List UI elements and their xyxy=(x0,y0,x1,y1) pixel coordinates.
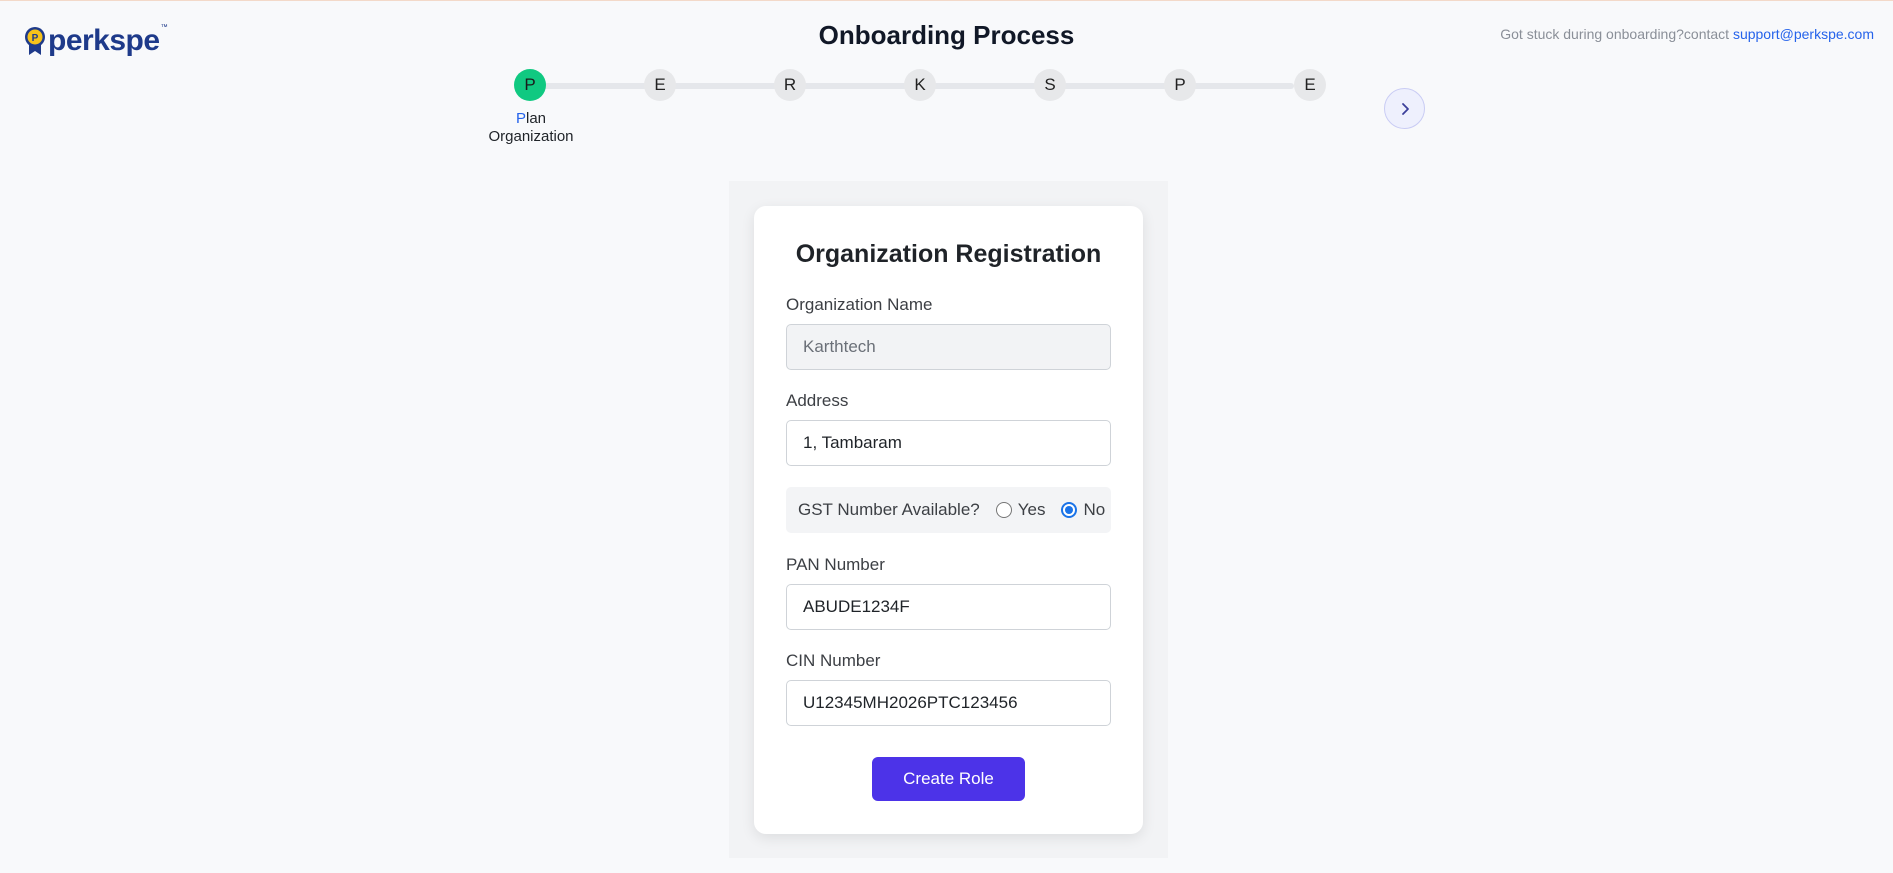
step-5[interactable]: S xyxy=(1034,69,1066,101)
top-border xyxy=(0,0,1893,1)
gst-no-label[interactable]: No xyxy=(1083,500,1105,520)
create-role-button[interactable]: Create Role xyxy=(872,757,1025,801)
pan-input[interactable] xyxy=(786,584,1111,630)
gst-yes-radio[interactable] xyxy=(995,502,1012,518)
address-label: Address xyxy=(786,391,849,410)
support-prefix: Got stuck during onboarding?contact xyxy=(1500,26,1733,42)
step-2[interactable]: E xyxy=(644,69,676,101)
support-email-link[interactable]: support@perkspe.com xyxy=(1733,26,1874,42)
step-1[interactable]: P xyxy=(514,69,546,101)
form-title: Organization Registration xyxy=(795,240,1102,268)
step-7[interactable]: E xyxy=(1294,69,1326,101)
support-text: Got stuck during onboarding?contact supp… xyxy=(1500,26,1874,42)
gst-availability-row: GST Number Available? Yes No xyxy=(786,487,1111,533)
gst-no-radio[interactable] xyxy=(1061,502,1078,518)
cin-input[interactable] xyxy=(786,680,1111,726)
gst-yes-label[interactable]: Yes xyxy=(1018,500,1046,520)
cin-label: CIN Number xyxy=(786,651,881,670)
registration-card: Organization Registration Organization N… xyxy=(754,206,1143,834)
step-label-line2: Organization xyxy=(488,128,574,145)
chevron-right-icon xyxy=(1401,102,1409,115)
gst-question: GST Number Available? xyxy=(798,500,980,519)
org-name-label: Organization Name xyxy=(786,295,933,314)
address-input[interactable] xyxy=(786,420,1111,466)
step-4[interactable]: K xyxy=(904,69,936,101)
active-step-label: Plan Organization xyxy=(470,110,592,146)
step-6[interactable]: P xyxy=(1164,69,1196,101)
step-label-highlight: P xyxy=(515,110,526,127)
step-label-rest: lan xyxy=(525,110,547,127)
step-3[interactable]: R xyxy=(774,69,806,101)
onboarding-stepper: P E R K S P E xyxy=(514,69,1326,101)
next-step-button[interactable] xyxy=(1384,88,1425,129)
pan-label: PAN Number xyxy=(786,555,885,574)
org-name-input[interactable] xyxy=(786,324,1111,370)
